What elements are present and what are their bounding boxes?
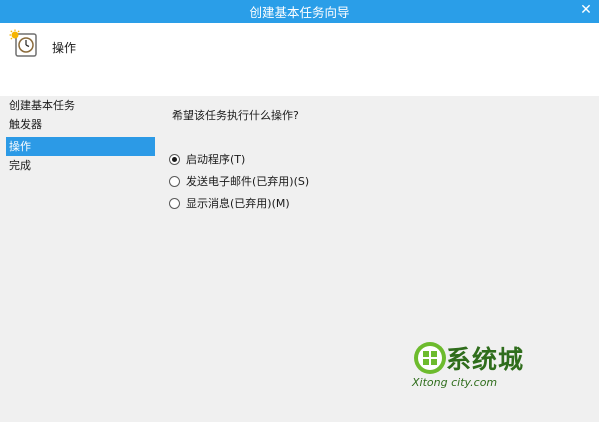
nav-item-action[interactable]: 操作	[6, 137, 155, 156]
close-button[interactable]: ✕	[573, 0, 599, 20]
watermark-text: 系统城	[446, 345, 525, 374]
nav-item-finish[interactable]: 完成	[6, 156, 155, 175]
nav-item-trigger[interactable]: 触发器	[6, 115, 155, 134]
option-label[interactable]: 发送电子邮件(已弃用)(S)	[186, 173, 309, 189]
radio-button[interactable]	[169, 197, 180, 209]
page-title: 操作	[52, 41, 77, 55]
nav-item-create-basic-task[interactable]: 创建基本任务	[6, 96, 155, 115]
option-label[interactable]: 启动程序(T)	[186, 151, 245, 167]
watermark: 系统城 Xitong city.com	[408, 340, 578, 404]
option-start-program[interactable]: 启动程序(T)	[169, 151, 245, 167]
title-bar: 创建基本任务向导 ✕	[0, 0, 599, 23]
option-display-message[interactable]: 显示消息(已弃用)(M)	[169, 195, 290, 211]
window-title: 创建基本任务向导	[249, 5, 350, 20]
option-label[interactable]: 显示消息(已弃用)(M)	[186, 195, 290, 211]
radio-button[interactable]	[169, 175, 180, 187]
watermark-subtext: Xitong city.com	[412, 376, 498, 389]
watermark-logo-icon	[414, 342, 446, 374]
wizard-header: 操作	[0, 23, 599, 96]
action-question: 希望该任务执行什么操作?	[172, 109, 299, 122]
task-scheduler-clock-icon	[9, 29, 37, 57]
option-send-email[interactable]: 发送电子邮件(已弃用)(S)	[169, 173, 309, 189]
wizard-steps-nav: 创建基本任务 触发器 操作 完成	[0, 96, 157, 422]
radio-button-checked[interactable]	[169, 153, 180, 165]
